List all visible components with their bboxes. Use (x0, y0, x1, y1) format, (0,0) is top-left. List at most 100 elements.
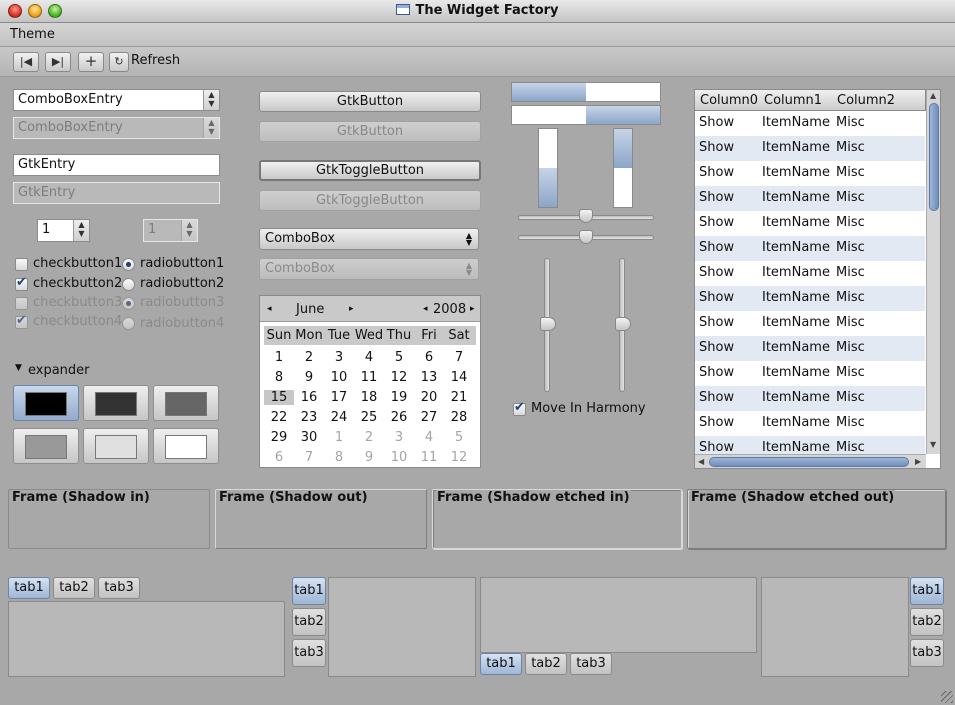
color-button-light-gray[interactable] (83, 428, 149, 464)
tree-view[interactable]: Column0 Column1 Column2 Show ItemName Misc… (694, 89, 941, 469)
spin-arrows-icon[interactable]: ▲ ▼ (73, 220, 89, 241)
vertical-scroll-thumb[interactable] (929, 103, 939, 211)
calendar-day[interactable]: 11 (414, 450, 444, 465)
refresh-label[interactable]: Refresh (131, 53, 180, 68)
calendar-day[interactable]: 5 (384, 350, 414, 365)
calendar-day[interactable]: 2 (354, 430, 384, 445)
calendar-day[interactable]: 29 (264, 430, 294, 445)
calendar-day[interactable]: 13 (414, 370, 444, 385)
calendar-day[interactable]: 12 (384, 370, 414, 385)
notebook2-tab2[interactable]: tab2 (292, 608, 326, 636)
vscale-2-handle[interactable] (615, 317, 631, 331)
notebook4-tab3[interactable]: tab3 (910, 639, 944, 667)
calendar-day[interactable]: 6 (264, 450, 294, 465)
calendar-day[interactable]: 3 (324, 350, 354, 365)
notebook2-tab3[interactable]: tab3 (292, 639, 326, 667)
calendar-day[interactable]: 10 (324, 370, 354, 385)
menu-theme[interactable]: Theme (10, 27, 55, 42)
calendar-day[interactable]: 2 (294, 350, 324, 365)
calendar-day[interactable]: 14 (444, 370, 474, 385)
calendar-day[interactable]: 15 (264, 390, 294, 405)
color-button-mid-gray[interactable] (13, 428, 79, 464)
calendar-day[interactable]: 26 (384, 410, 414, 425)
gtk-entry[interactable]: GtkEntry (13, 154, 220, 176)
tree-row[interactable]: Show ItemName Misc (695, 211, 925, 236)
tree-row[interactable]: Show ItemName Misc (695, 336, 925, 361)
color-button-white[interactable] (153, 428, 219, 464)
calendar-day[interactable]: 27 (414, 410, 444, 425)
go-first-button[interactable]: |◀ (13, 52, 39, 72)
calendar-day[interactable]: 25 (354, 410, 384, 425)
horizontal-scroll-thumb[interactable] (709, 457, 909, 467)
expander-label[interactable]: expander (28, 363, 90, 378)
calendar-day[interactable]: 1 (324, 430, 354, 445)
gtk-button[interactable]: GtkButton (259, 91, 481, 112)
notebook1-tab2[interactable]: tab2 (53, 577, 95, 599)
notebook3-tab3[interactable]: tab3 (570, 653, 612, 675)
tree-row[interactable]: Show ItemName Misc (695, 236, 925, 261)
column-header-1[interactable]: Column1 (759, 90, 833, 111)
move-in-harmony-checkbox[interactable] (513, 400, 526, 416)
tree-row[interactable]: Show ItemName Misc (695, 386, 925, 411)
calendar-day[interactable]: 4 (354, 350, 384, 365)
calendar-day[interactable]: 17 (324, 390, 354, 405)
tree-row[interactable]: Show ItemName Misc (695, 411, 925, 436)
combo-box-entry[interactable]: ComboBoxEntry ▲ ▼ (13, 89, 220, 111)
scroll-down-icon[interactable]: ▼ (930, 440, 936, 449)
notebook4-tab1[interactable]: tab1 (910, 577, 944, 605)
calendar-day[interactable]: 16 (294, 390, 324, 405)
horizontal-scrollbar[interactable]: ◀ ▶ (695, 454, 926, 468)
calendar-day[interactable]: 5 (444, 430, 474, 445)
calendar-day[interactable]: 1 (264, 350, 294, 365)
calendar-day[interactable]: 30 (294, 430, 324, 445)
calendar-day[interactable]: 28 (444, 410, 474, 425)
calendar-day[interactable]: 20 (414, 390, 444, 405)
tree-row[interactable]: Show ItemName Misc (695, 261, 925, 286)
combo-box[interactable]: ComboBox ▲ ▼ (259, 228, 479, 250)
notebook3-tab1[interactable]: tab1 (480, 653, 522, 675)
scroll-left-icon[interactable]: ◀ (698, 457, 704, 466)
tree-row[interactable]: Show ItemName Misc (695, 311, 925, 336)
calendar-day[interactable]: 9 (294, 370, 324, 385)
calendar-day[interactable]: 22 (264, 410, 294, 425)
radiobutton1[interactable] (122, 258, 135, 271)
hscale-1-handle[interactable] (579, 209, 593, 223)
calendar-day[interactable]: 8 (264, 370, 294, 385)
tree-row[interactable]: Show ItemName Misc (695, 111, 925, 136)
calendar[interactable]: ◂ June ▸ ◂ 2008 ▸ Sun Mon Tue Wed Thu Fri Sat … (259, 295, 481, 468)
tree-row[interactable]: Show ItemName Misc (695, 136, 925, 161)
calendar-day[interactable]: 9 (354, 450, 384, 465)
radiobutton2[interactable] (122, 278, 135, 291)
vscale-1-handle[interactable] (540, 317, 556, 331)
spin-button[interactable]: 1 ▲ ▼ (37, 219, 90, 242)
resize-grip-icon[interactable] (941, 691, 953, 703)
calendar-day[interactable]: 24 (324, 410, 354, 425)
prev-year-icon[interactable]: ◂ (423, 304, 428, 314)
scroll-up-icon[interactable]: ▲ (930, 91, 936, 100)
next-year-icon[interactable]: ▸ (470, 304, 475, 314)
calendar-day[interactable]: 6 (414, 350, 444, 365)
tree-row[interactable]: Show ItemName Misc (695, 286, 925, 311)
next-month-icon[interactable]: ▸ (349, 304, 354, 314)
calendar-day[interactable]: 19 (384, 390, 414, 405)
combo-entry-arrow-icon[interactable]: ▲ ▼ (203, 90, 219, 110)
notebook2-tab1[interactable]: tab1 (292, 577, 326, 605)
refresh-button[interactable]: ↻ (109, 52, 129, 72)
calendar-day[interactable]: 10 (384, 450, 414, 465)
tree-row[interactable]: Show ItemName Misc (695, 361, 925, 386)
add-button[interactable]: + (78, 52, 104, 72)
expander-arrow-icon[interactable]: ▼ (15, 363, 22, 373)
notebook4-tab2[interactable]: tab2 (910, 608, 944, 636)
calendar-day[interactable]: 7 (294, 450, 324, 465)
notebook1-tab1[interactable]: tab1 (8, 577, 50, 599)
color-button-black[interactable] (13, 385, 79, 421)
tree-row[interactable]: Show ItemName Misc (695, 161, 925, 186)
checkbutton2[interactable] (15, 275, 28, 291)
calendar-day[interactable]: 21 (444, 390, 474, 405)
column-header-0[interactable]: Column0 (695, 90, 760, 111)
calendar-day[interactable]: 23 (294, 410, 324, 425)
tree-row[interactable]: Show ItemName Misc (695, 186, 925, 211)
calendar-day[interactable]: 7 (444, 350, 474, 365)
calendar-day[interactable]: 18 (354, 390, 384, 405)
calendar-day[interactable]: 3 (384, 430, 414, 445)
